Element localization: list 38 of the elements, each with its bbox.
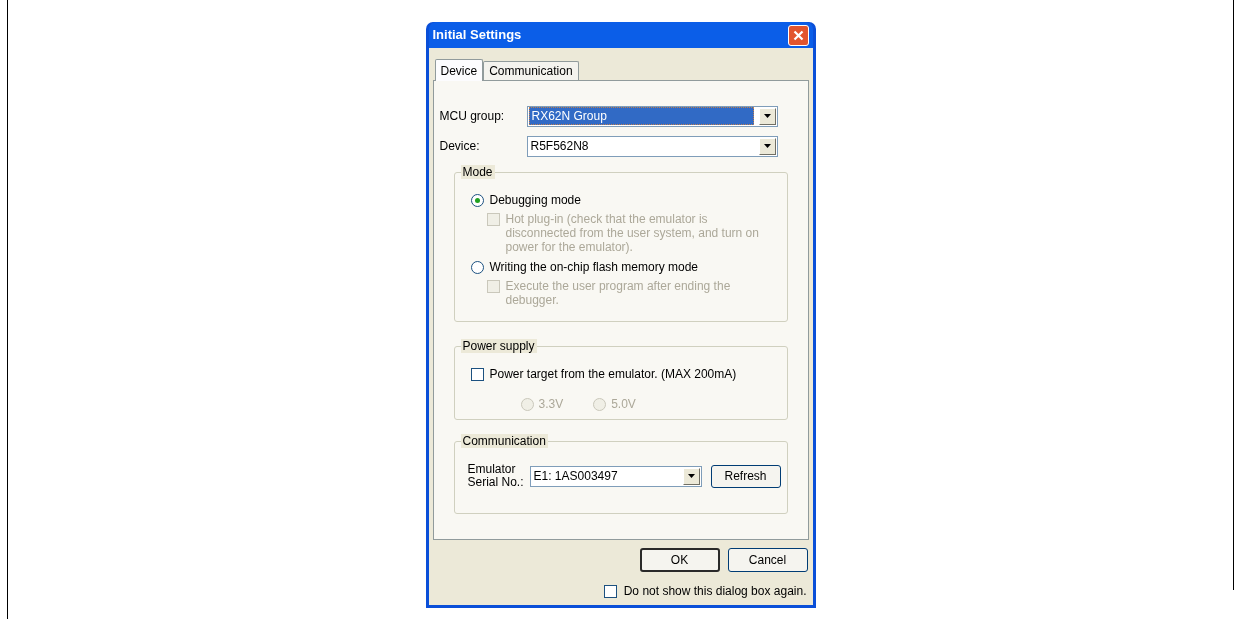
dropdown-value: RX62N Group xyxy=(528,107,754,125)
dropdown[interactable]: E1: 1AS003497 xyxy=(529,465,702,487)
dropdown-value: R5F562N8 xyxy=(529,138,590,154)
radio-label: Writing the on-chip flash memory mode xyxy=(489,259,699,276)
refresh-button[interactable]: Refresh xyxy=(710,464,781,488)
dropdown-arrow-button[interactable] xyxy=(682,467,700,485)
dropdown-value: E1: 1AS003497 xyxy=(533,468,618,485)
checkbox[interactable] xyxy=(470,367,484,381)
group-title: Mode xyxy=(460,165,495,179)
radio-label: 5.0V xyxy=(611,396,636,413)
checkbox-label: Hot plug-in (check that the emulator is disconnected from the user system, and turn on power for the emulator). xyxy=(505,212,760,254)
close-icon xyxy=(792,29,804,41)
group-title: Communication xyxy=(460,434,548,448)
field-label: MCU group: xyxy=(439,108,506,125)
radio-button[interactable] xyxy=(470,260,484,274)
dialog-button[interactable]: OK xyxy=(639,548,720,572)
caret-icon xyxy=(763,114,771,118)
caret-icon xyxy=(687,474,695,478)
radio-label: Debugging mode xyxy=(489,192,581,209)
checkbox-label: Power target from the emulator. (MAX 200mA) xyxy=(489,366,737,383)
window-title: Initial Settings xyxy=(432,26,522,45)
checkbox-label: Execute the user program after ending the debugger. xyxy=(505,279,732,307)
dropdown-arrow-button[interactable] xyxy=(758,107,776,125)
caret-icon xyxy=(763,144,771,148)
dialog-button[interactable]: Cancel xyxy=(727,548,808,572)
tab[interactable]: Communication xyxy=(483,61,579,80)
dropdown[interactable]: R5F562N8 xyxy=(526,135,778,157)
radio-label: 3.3V xyxy=(538,396,564,413)
field-label: Device: xyxy=(439,138,481,155)
dropdown[interactable]: RX62N Group xyxy=(526,105,778,127)
tab[interactable]: Device xyxy=(434,59,484,81)
checkbox[interactable] xyxy=(603,584,617,598)
dropdown-arrow-button[interactable] xyxy=(758,137,776,155)
radio-button[interactable] xyxy=(470,193,484,207)
close-button[interactable] xyxy=(787,24,809,46)
field-label: Emulator Serial No.: xyxy=(467,463,525,489)
group-title: Power supply xyxy=(460,339,537,353)
checkbox-label: Do not show this dialog box again. xyxy=(623,583,807,600)
